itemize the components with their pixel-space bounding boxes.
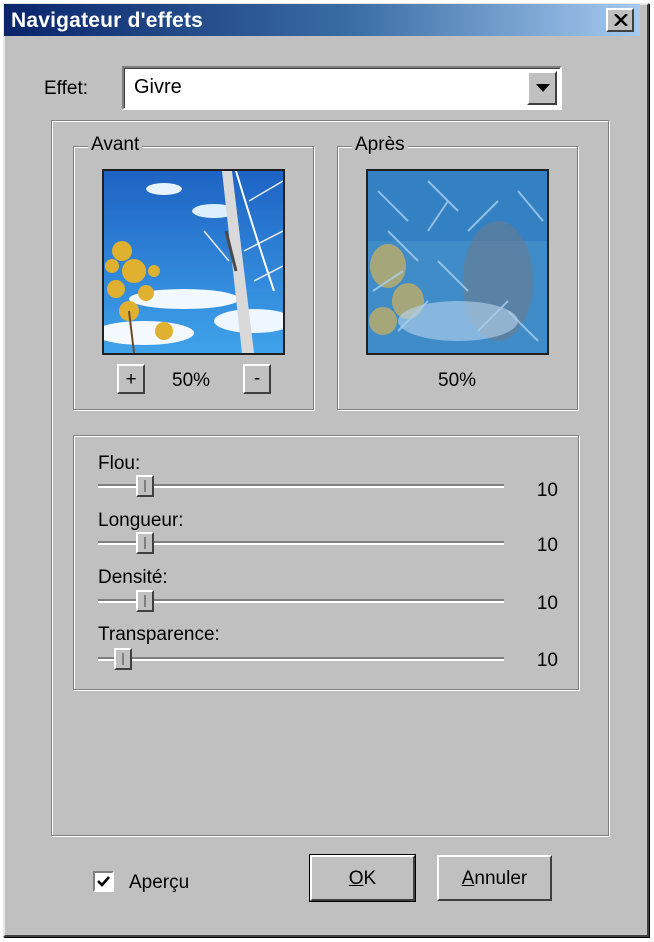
effect-dropdown-value: Givre [134,76,182,98]
cancel-label-rest: nnuler [474,868,528,889]
length-label: Longueur: [98,510,184,531]
title-bar[interactable]: Navigateur d'effets [4,4,640,36]
close-button[interactable] [606,8,634,32]
length-slider-track[interactable] [98,541,504,545]
zoom-in-label: + [125,369,137,390]
blur-slider-track[interactable] [98,484,504,488]
density-slider-thumb[interactable] [136,590,154,612]
after-preview-image [366,169,549,355]
before-preview-image [102,169,285,355]
ok-mnemonic: O [348,868,364,889]
after-group-label: Après [352,134,408,156]
cancel-button[interactable]: Annuler [437,855,552,901]
length-slider-thumb[interactable] [136,532,154,554]
effect-dropdown[interactable]: Givre [122,66,562,110]
density-label: Densité: [98,567,168,588]
blur-value: 10 [536,480,558,501]
transparency-slider-thumb[interactable] [114,648,132,670]
transparency-slider-track[interactable] [98,657,504,661]
preview-checkbox-label: Aperçu [129,872,190,893]
zoom-out-label: - [253,368,261,389]
before-zoom-value: 50% [172,370,211,391]
ok-button[interactable]: OK [309,854,416,902]
ok-label-rest: K [363,868,377,889]
effect-label: Effet: [44,78,89,99]
transparency-value: 10 [536,650,558,671]
length-value: 10 [536,535,558,556]
transparency-label: Transparence: [98,624,220,645]
density-slider-track[interactable] [98,599,504,603]
cancel-mnemonic: A [461,868,475,889]
parameters-group [73,435,579,690]
after-zoom-value: 50% [438,370,477,391]
density-value: 10 [536,593,558,614]
blur-slider-thumb[interactable] [136,475,154,497]
preview-checkbox[interactable] [93,871,114,892]
blur-label: Flou: [98,453,141,474]
zoom-out-button[interactable]: - [243,364,271,394]
before-group-label: Avant [88,134,143,156]
zoom-in-button[interactable]: + [117,364,145,394]
dropdown-arrow-button[interactable] [527,71,557,105]
window-title: Navigateur d'effets [11,9,204,32]
